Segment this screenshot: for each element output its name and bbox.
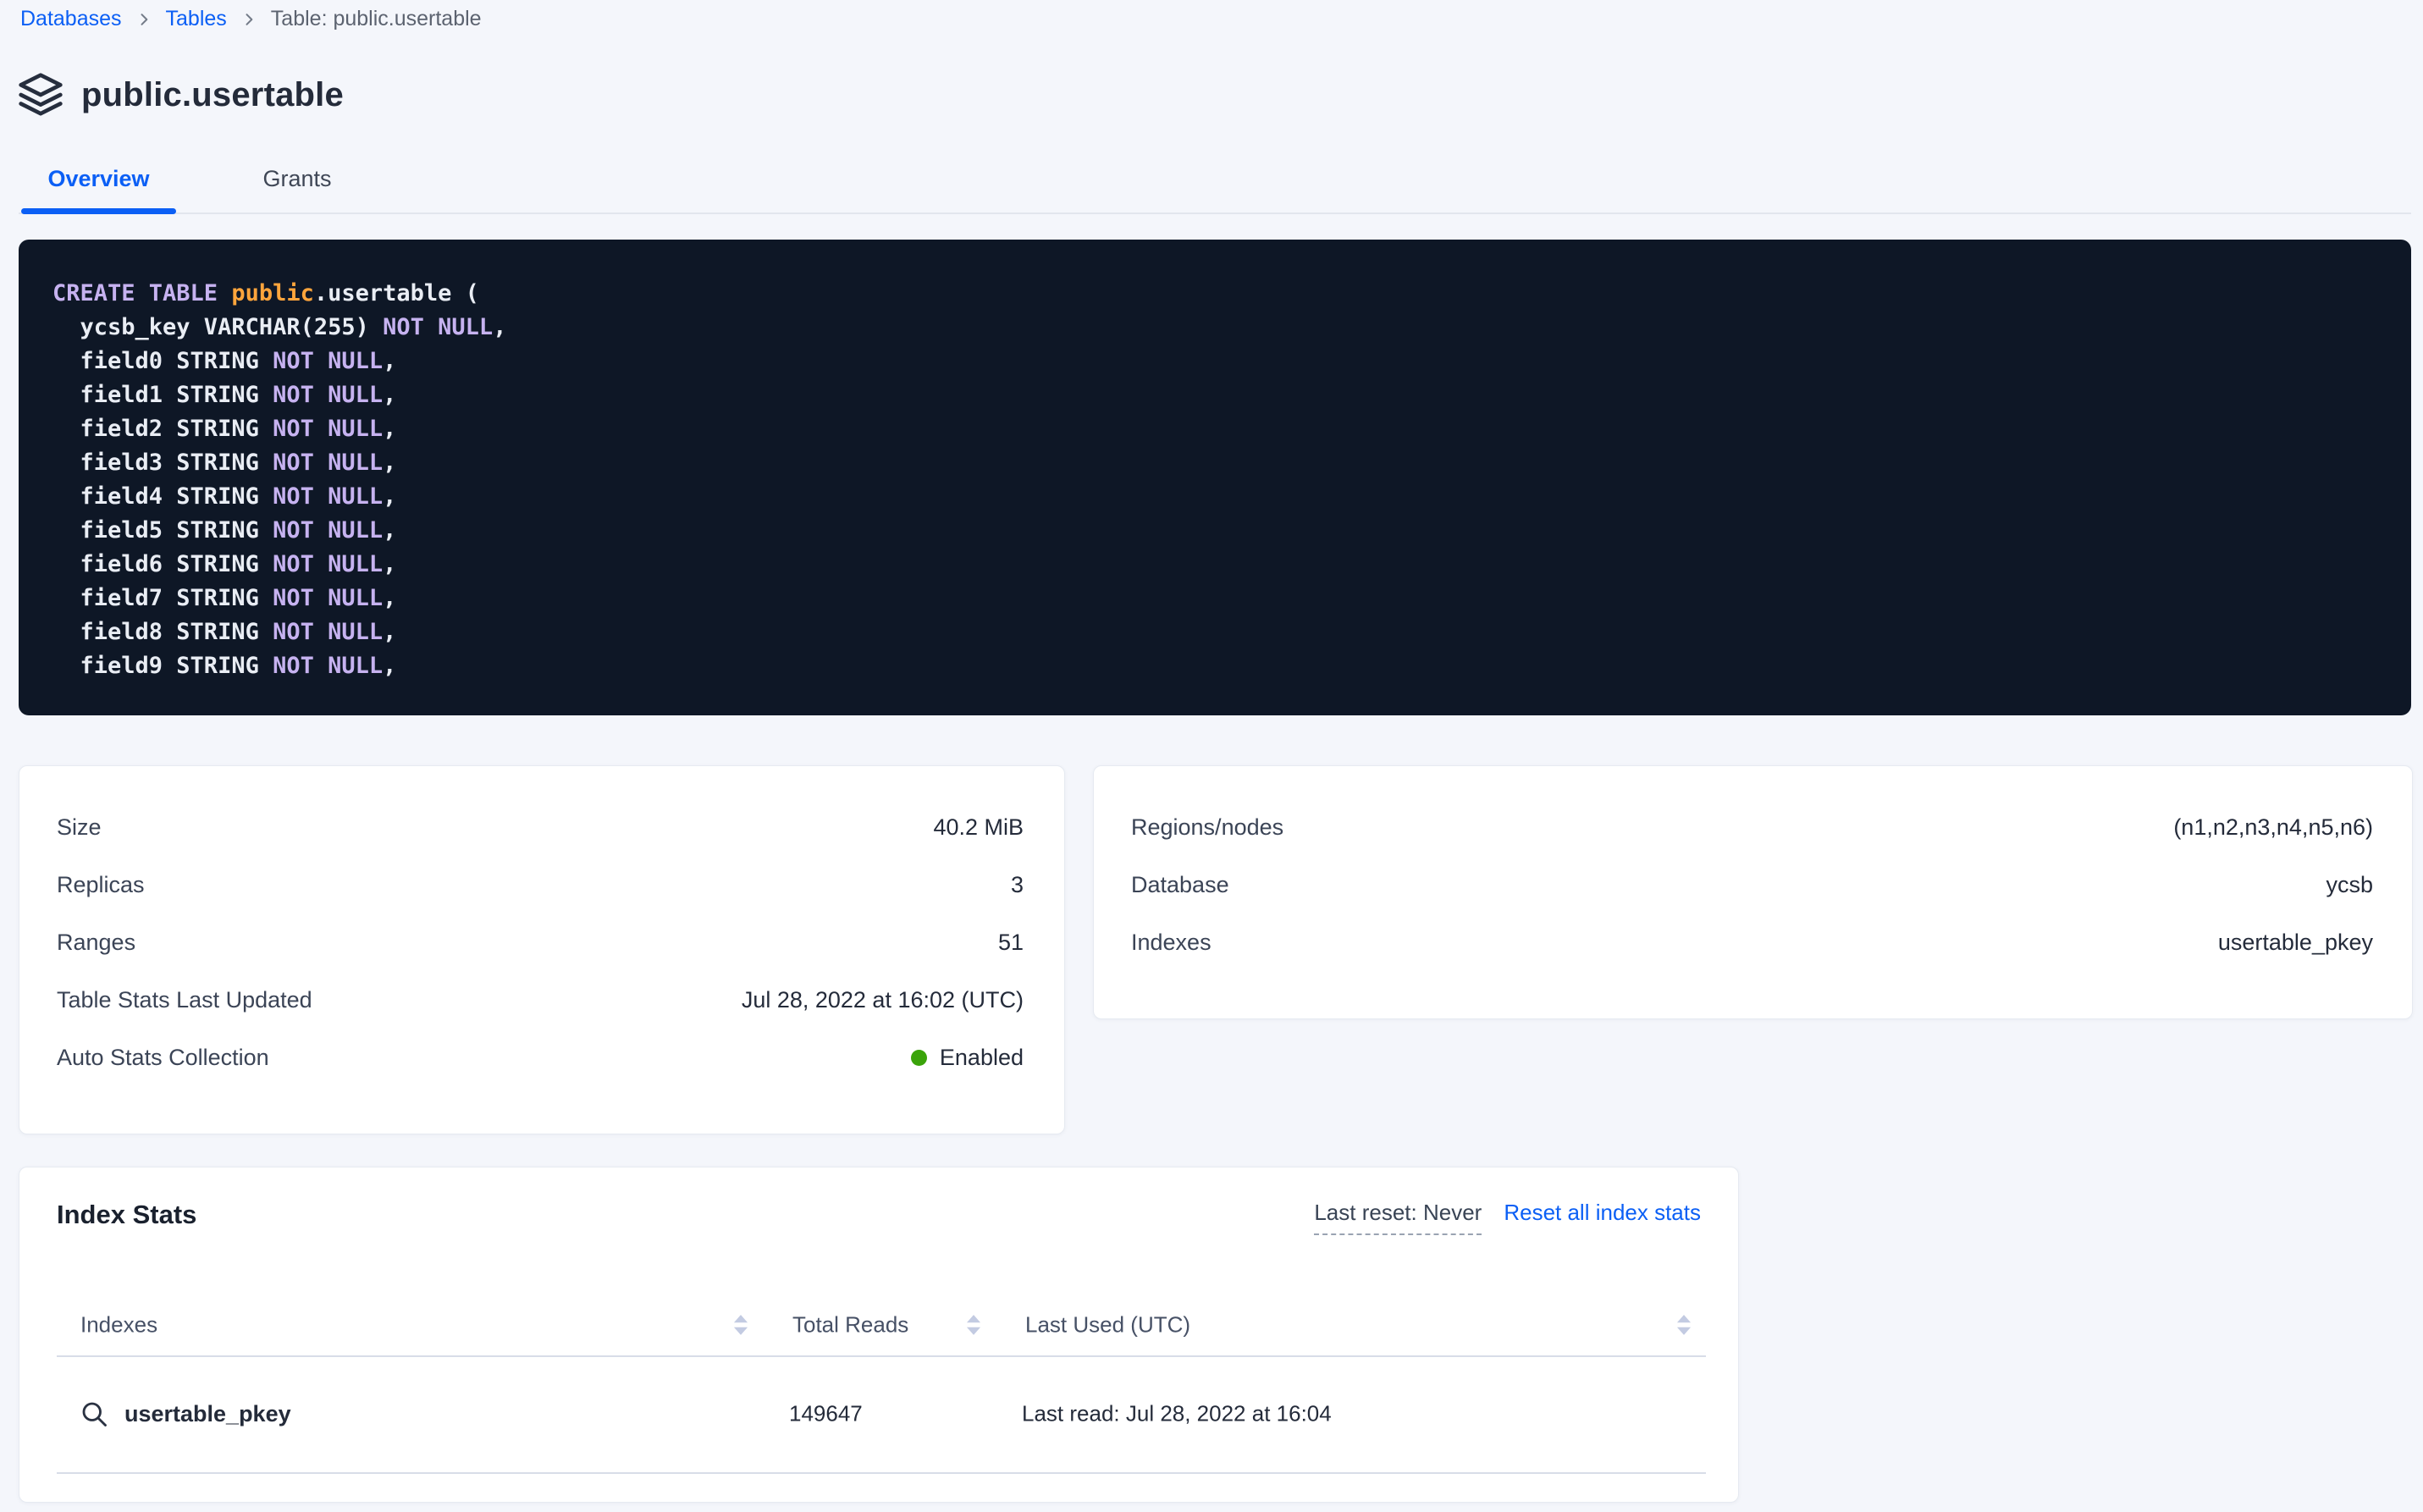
stat-label: Regions/nodes bbox=[1131, 814, 1283, 841]
tab-bar: Overview Grants bbox=[21, 166, 335, 192]
stat-value: (n1,n2,n3,n4,n5,n6) bbox=[2173, 814, 2373, 841]
last-used-value: Last read: Jul 28, 2022 at 16:04 bbox=[1022, 1401, 1332, 1427]
tab-grants[interactable]: Grants bbox=[259, 166, 335, 192]
chevron-right-icon bbox=[135, 11, 152, 28]
column-header-total-reads[interactable]: Total Reads bbox=[792, 1312, 908, 1338]
column-header-last-used[interactable]: Last Used (UTC) bbox=[1025, 1312, 1190, 1338]
stat-value: Jul 28, 2022 at 16:02 (UTC) bbox=[742, 987, 1024, 1013]
stat-label: Replicas bbox=[57, 872, 145, 898]
index-table-row: usertable_pkey 149647 Last read: Jul 28,… bbox=[57, 1355, 1706, 1474]
index-stats-title: Index Stats bbox=[57, 1200, 196, 1230]
stat-row-regions: Regions/nodes (n1,n2,n3,n4,n5,n6) bbox=[1131, 798, 2373, 856]
sort-icon[interactable] bbox=[731, 1313, 750, 1337]
table-details-page: Databases Tables Table: public.usertable… bbox=[0, 0, 2423, 1512]
column-header-indexes[interactable]: Indexes bbox=[80, 1312, 157, 1338]
sort-icon[interactable] bbox=[964, 1313, 983, 1337]
index-stats-card: Index Stats Last reset: Never Reset all … bbox=[19, 1167, 1739, 1503]
chevron-right-icon bbox=[240, 11, 257, 28]
status-text: Enabled bbox=[940, 1045, 1024, 1071]
total-reads-value: 149647 bbox=[789, 1401, 863, 1427]
stat-row-size: Size 40.2 MiB bbox=[57, 798, 1024, 856]
stat-value: usertable_pkey bbox=[2218, 930, 2373, 956]
stat-label: Ranges bbox=[57, 930, 135, 956]
page-title: public.usertable bbox=[81, 76, 344, 114]
layers-icon bbox=[17, 71, 64, 119]
stat-label: Auto Stats Collection bbox=[57, 1045, 269, 1071]
stat-row-replicas: Replicas 3 bbox=[57, 856, 1024, 913]
reset-index-stats-link[interactable]: Reset all index stats bbox=[1504, 1200, 1701, 1226]
index-table-header-row: Indexes Total Reads Last Used (UTC) bbox=[57, 1294, 1706, 1357]
last-reset-label: Last reset: Never bbox=[1314, 1200, 1482, 1235]
table-info-card: Regions/nodes (n1,n2,n3,n4,n5,n6) Databa… bbox=[1093, 765, 2413, 1019]
index-name-link[interactable]: usertable_pkey bbox=[79, 1399, 291, 1429]
stat-label: Database bbox=[1131, 872, 1229, 898]
stat-label: Indexes bbox=[1131, 930, 1212, 956]
sort-icon[interactable] bbox=[1675, 1313, 1693, 1337]
stat-label: Size bbox=[57, 814, 102, 841]
search-icon bbox=[79, 1399, 109, 1429]
stat-value: ycsb bbox=[2326, 872, 2373, 898]
stat-row-stats-updated: Table Stats Last Updated Jul 28, 2022 at… bbox=[57, 971, 1024, 1029]
index-stats-actions: Last reset: Never Reset all index stats bbox=[1314, 1200, 1701, 1235]
index-stats-header: Index Stats Last reset: Never Reset all … bbox=[57, 1200, 1701, 1235]
breadcrumb-current-table: Table: public.usertable bbox=[271, 7, 482, 31]
index-name: usertable_pkey bbox=[124, 1401, 291, 1427]
stat-label: Table Stats Last Updated bbox=[57, 987, 312, 1013]
active-tab-indicator bbox=[21, 208, 176, 214]
stat-row-ranges: Ranges 51 bbox=[57, 913, 1024, 971]
stat-value: 51 bbox=[998, 930, 1024, 956]
table-stats-card: Size 40.2 MiB Replicas 3 Ranges 51 Table… bbox=[19, 765, 1065, 1134]
stat-row-indexes: Indexes usertable_pkey bbox=[1131, 913, 2373, 971]
status-dot-green bbox=[911, 1050, 927, 1066]
stat-value: 40.2 MiB bbox=[933, 814, 1024, 841]
tab-overview[interactable]: Overview bbox=[21, 166, 176, 192]
breadcrumb-databases[interactable]: Databases bbox=[20, 7, 122, 31]
breadcrumb: Databases Tables Table: public.usertable bbox=[20, 7, 482, 31]
create-table-statement: CREATE TABLE public.usertable ( ycsb_key… bbox=[19, 240, 2411, 715]
stat-value: 3 bbox=[1011, 872, 1024, 898]
stat-value: Enabled bbox=[911, 1045, 1024, 1071]
tabs-divider bbox=[19, 212, 2411, 214]
page-title-bar: public.usertable bbox=[17, 71, 344, 119]
stat-row-database: Database ycsb bbox=[1131, 856, 2373, 913]
breadcrumb-tables[interactable]: Tables bbox=[166, 7, 227, 31]
stat-row-auto-stats: Auto Stats Collection Enabled bbox=[57, 1029, 1024, 1086]
